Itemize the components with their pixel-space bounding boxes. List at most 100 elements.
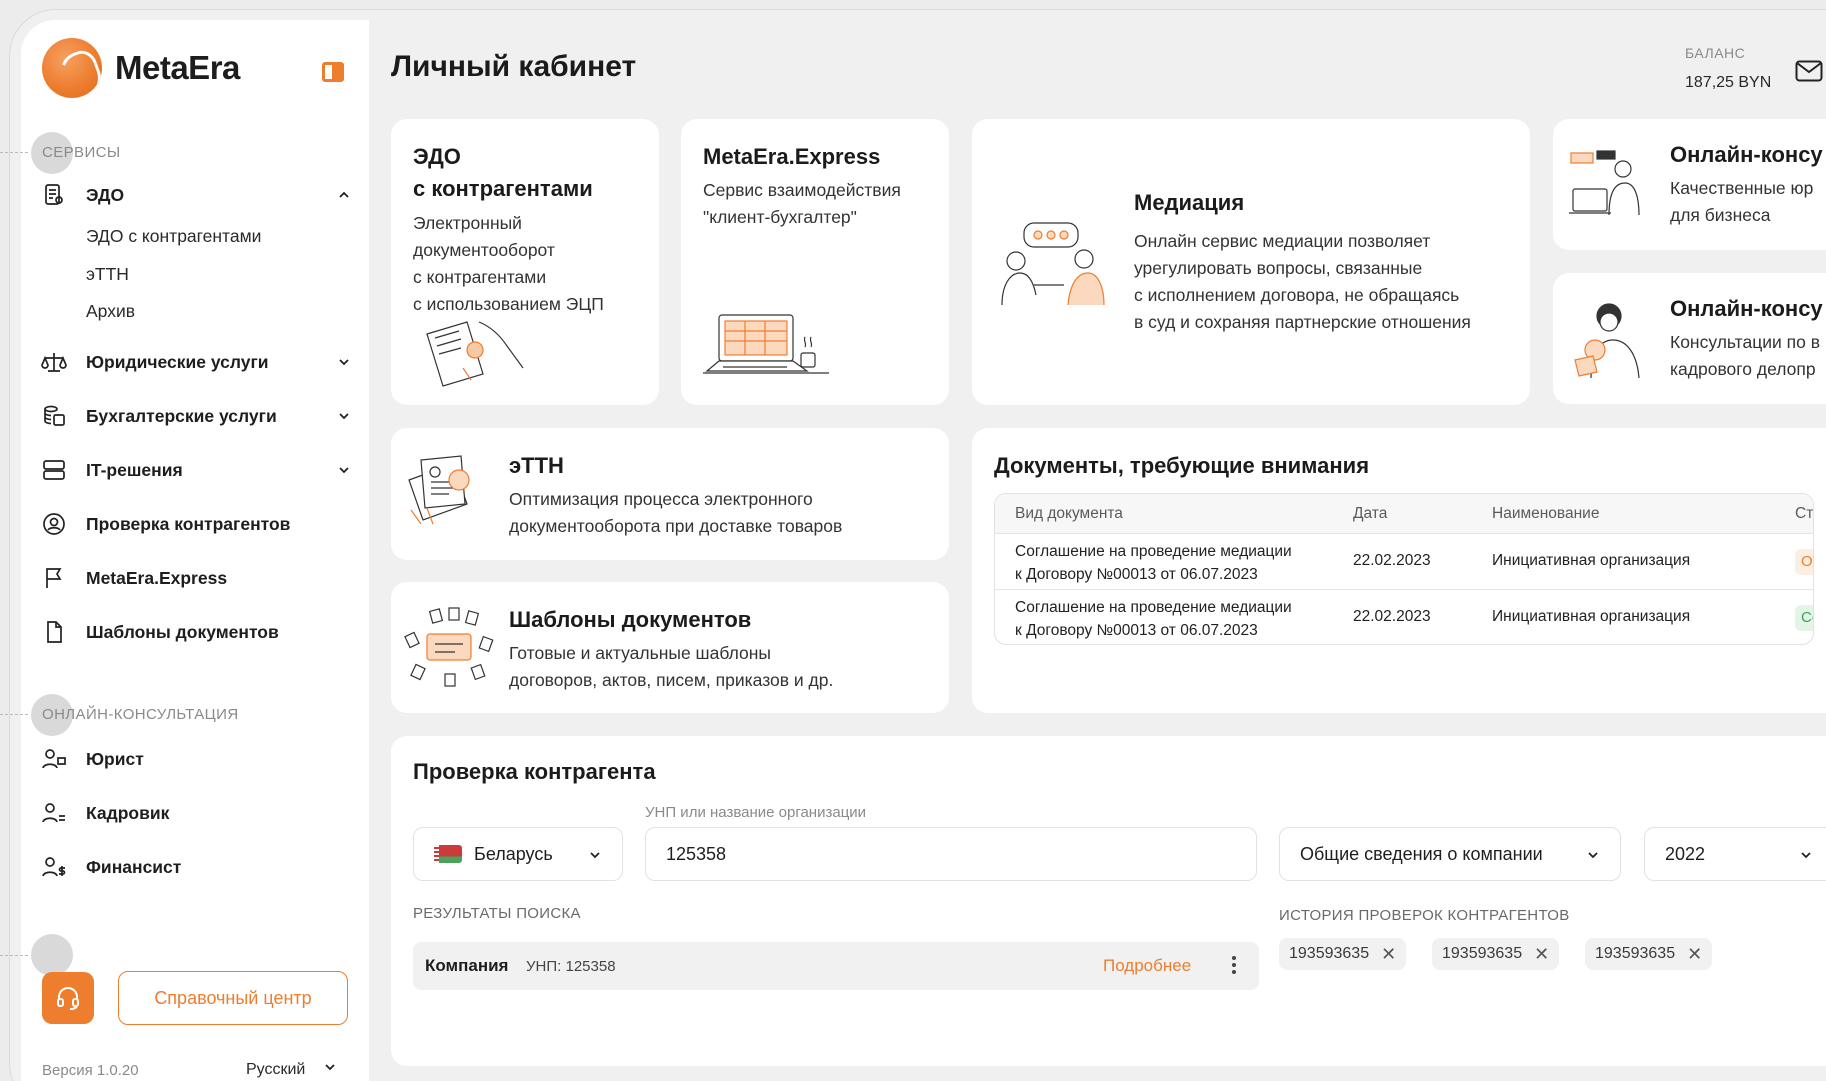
consultant-hr-illustration-icon (1574, 303, 1640, 379)
card-online-consult-legal[interactable]: Онлайн-консу Качественные юр для бизнеса (1553, 119, 1826, 250)
ettn-illustration-icon (408, 455, 470, 525)
year-select[interactable]: 2022 (1644, 827, 1826, 881)
card-description: Готовые и актуальные шаблоны договоров, … (509, 643, 834, 691)
column-header-name[interactable]: Наименование (1492, 505, 1599, 523)
sidebar-item-label: Проверка контрагентов (86, 513, 291, 534)
history-chip[interactable]: 193593635 ✕ (1432, 938, 1560, 970)
table-header: Вид документа Дата Наименование Ста (995, 494, 1813, 534)
card-title: эТТН (509, 453, 564, 478)
sidebar-item-finance[interactable]: Финансист (41, 852, 351, 882)
guide-line (0, 152, 28, 153)
sidebar-toggle-icon[interactable] (322, 62, 344, 82)
result-unp: УНП: 125358 (526, 958, 616, 975)
balance-label: БАЛАНС (1685, 45, 1746, 61)
sidebar-item-legal[interactable]: Юридические услуги (41, 347, 351, 377)
card-ettn[interactable]: эТТН Оптимизация процесса электронного д… (391, 428, 949, 560)
search-result-row[interactable]: Компания УНП: 125358 Подробнее (413, 942, 1259, 990)
chevron-down-icon[interactable] (337, 353, 351, 374)
card-express[interactable]: MetaEra.Express Сервис взаимодействия "к… (681, 119, 949, 405)
info-type-select[interactable]: Общие сведения о компании (1279, 827, 1621, 881)
close-icon[interactable]: ✕ (1687, 944, 1702, 965)
card-title: Онлайн-консу (1670, 142, 1823, 167)
consultant-illustration-icon (1569, 150, 1640, 216)
card-title: Шаблоны документов (509, 607, 752, 632)
sidebar-item-it[interactable]: IT-решения (41, 455, 351, 485)
card-description: Сервис взаимодействия "клиент-бухгалтер" (703, 180, 901, 228)
more-vertical-icon[interactable] (1231, 954, 1237, 981)
mail-icon[interactable] (1795, 60, 1823, 87)
column-header-date[interactable]: Дата (1353, 505, 1387, 523)
chevron-down-icon[interactable] (337, 407, 351, 428)
language-value: Русский (246, 1060, 306, 1078)
cell-date: 22.02.2023 (1353, 552, 1431, 569)
close-icon[interactable]: ✕ (1381, 944, 1396, 965)
app-version: Версия 1.0.20 (42, 1062, 139, 1079)
templates-illustration-icon (404, 607, 494, 687)
logo-text: MetaEra (115, 49, 240, 86)
sidebar-item-templates[interactable]: Шаблоны документов (41, 617, 351, 647)
country-select[interactable]: Беларусь (413, 827, 623, 881)
belarus-flag-icon (434, 845, 462, 863)
sidebar-item-express[interactable]: MetaEra.Express (41, 563, 351, 593)
card-mediation[interactable]: Медиация Онлайн сервис медиации позволяе… (972, 119, 1530, 405)
lawyer-icon (41, 746, 67, 772)
chevron-down-icon (1799, 846, 1813, 867)
chevron-down-icon (323, 1060, 337, 1079)
card-edo[interactable]: ЭДО с контрагентами Электронный документ… (391, 119, 659, 405)
card-title: Онлайн-консу (1670, 296, 1823, 321)
chevron-down-icon[interactable] (337, 461, 351, 482)
sidebar-item-label: Юридические услуги (86, 351, 269, 372)
laptop-illustration-icon (703, 314, 829, 374)
sidebar-item-label: Кадровик (86, 802, 170, 823)
year-value: 2022 (1665, 843, 1706, 864)
cell-name: Инициативная организация (1492, 608, 1691, 625)
chevron-up-icon[interactable] (337, 186, 351, 207)
unp-input[interactable]: 125358 (645, 827, 1257, 881)
support-button[interactable] (42, 972, 94, 1024)
sidebar-item-label: Финансист (86, 856, 182, 877)
tour-marker (31, 934, 73, 976)
table-row[interactable]: Соглашение на проведение медиации к Дого… (995, 590, 1813, 644)
scales-icon (41, 349, 67, 375)
section-label-consult: ОНЛАЙН-КОНСУЛЬТАЦИЯ (42, 706, 239, 723)
hr-icon (41, 800, 67, 826)
column-header-type[interactable]: Вид документа (1015, 505, 1123, 523)
documents-title: Документы, требующие внимания (994, 453, 1370, 478)
sidebar-subitem-archive[interactable]: Архив (86, 301, 135, 322)
sidebar-subitem-edo-counterparties[interactable]: ЭДО с контрагентами (86, 226, 261, 247)
user-circle-icon (41, 511, 67, 537)
history-chip[interactable]: 193593635 ✕ (1585, 938, 1713, 970)
card-templates[interactable]: Шаблоны документов Готовые и актуальные … (391, 582, 949, 713)
cell-document-type: Соглашение на проведение медиации к Дого… (1015, 543, 1292, 584)
card-online-consult-hr[interactable]: Онлайн-консу Консультации по в кадрового… (1553, 273, 1826, 404)
documents-panel: Документы, требующие внимания Вид докуме… (972, 428, 1826, 713)
sidebar-item-label: Юрист (86, 748, 144, 769)
sidebar-subitem-ettn[interactable]: эТТН (86, 264, 129, 285)
card-description: Консультации по в кадрового делопр (1670, 332, 1821, 380)
help-center-button[interactable]: Справочный центр (118, 971, 348, 1025)
column-header-status[interactable]: Ста (1795, 505, 1813, 523)
sidebar-item-edo[interactable]: ЭДО (41, 180, 351, 210)
sidebar-item-lawyer[interactable]: Юрист (41, 744, 351, 774)
cell-name: Инициативная организация (1492, 552, 1691, 569)
document-icon (41, 619, 67, 645)
logo[interactable]: MetaEra (42, 38, 240, 98)
guide-line (0, 955, 28, 956)
card-description: Оптимизация процесса электронного докуме… (509, 489, 843, 537)
history-chip[interactable]: 193593635 ✕ (1279, 938, 1407, 970)
close-icon[interactable]: ✕ (1534, 944, 1549, 965)
main-content: Личный кабинет БАЛАНС 187,25 BYN ЭДО с к… (369, 20, 1826, 1081)
page-title: Личный кабинет (391, 50, 637, 83)
sidebar-item-counterparty-check[interactable]: Проверка контрагентов (41, 509, 351, 539)
guide-line (0, 714, 28, 715)
language-select[interactable]: Русский (246, 1060, 337, 1079)
sidebar: MetaEra СЕРВИСЫ ЭДО ЭДО с контрагентами … (21, 20, 369, 1081)
balance-value: 187,25 BYN (1685, 74, 1772, 91)
sidebar-item-hr[interactable]: Кадровик (41, 798, 351, 828)
table-row[interactable]: Соглашение на проведение медиации к Дого… (995, 534, 1813, 590)
result-details-link[interactable]: Подробнее (1103, 956, 1191, 976)
status-badge: Со (1795, 605, 1813, 631)
sidebar-item-accounting[interactable]: Бухгалтерские услуги (41, 401, 351, 431)
unp-value: 125358 (666, 843, 727, 864)
logo-icon (42, 38, 102, 98)
